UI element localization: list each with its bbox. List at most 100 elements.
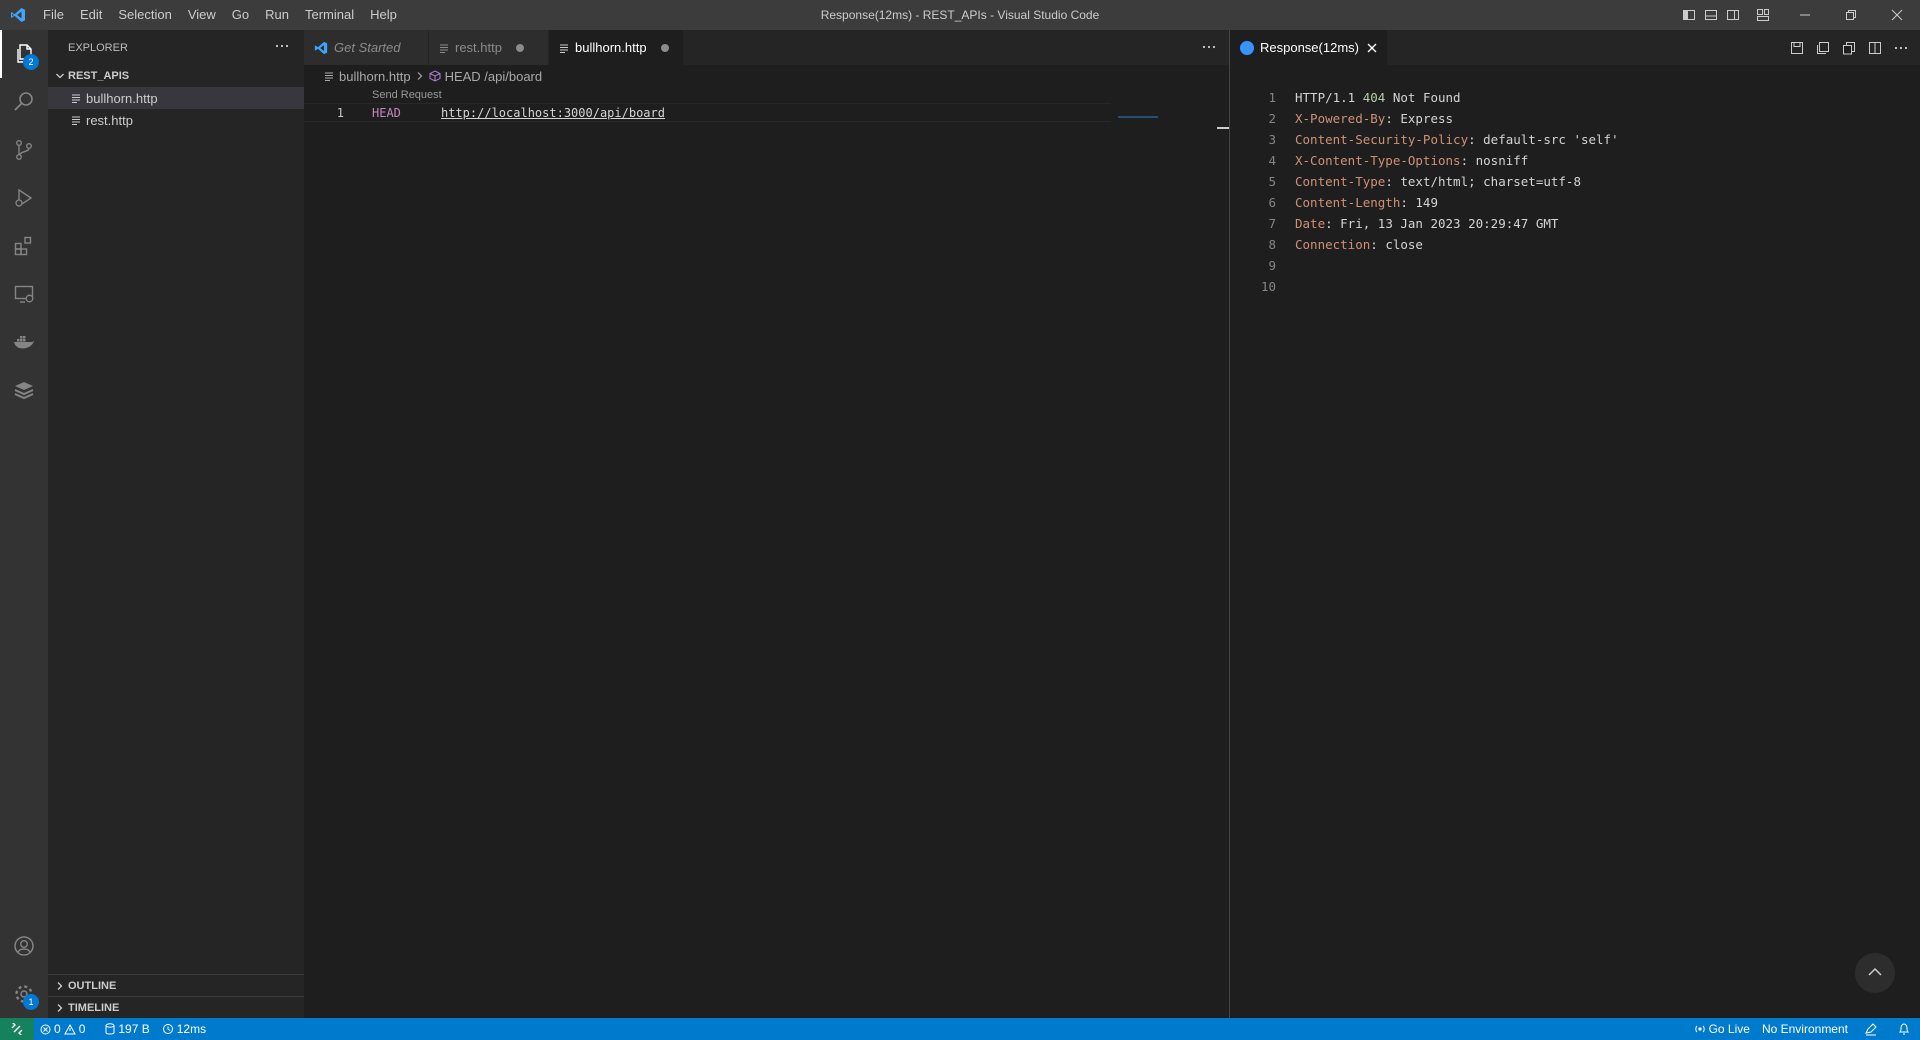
menu-edit[interactable]: Edit — [72, 0, 110, 30]
status-code: 404 — [1362, 90, 1386, 105]
chevron-right-icon — [52, 981, 68, 991]
source-control-icon[interactable] — [0, 126, 48, 174]
restore-icon[interactable] — [1828, 0, 1874, 30]
http-method: HEAD — [372, 106, 401, 120]
toggle-secondary-sidebar-icon[interactable] — [1722, 0, 1744, 30]
activity-bar: 2 1 — [0, 30, 48, 1018]
http-version: HTTP/1.1 — [1295, 90, 1363, 105]
header-value: : default-src 'self' — [1468, 132, 1619, 147]
split-editor-icon[interactable] — [1862, 30, 1888, 65]
scrollbar-marker — [1217, 127, 1229, 129]
header-value: : Fri, 13 Jan 2023 20:29:47 GMT — [1325, 216, 1559, 231]
extensions-icon[interactable] — [0, 222, 48, 270]
problems-status[interactable]: 0 0 — [34, 1018, 91, 1040]
menu-file[interactable]: File — [35, 0, 72, 30]
close-window-icon[interactable] — [1874, 0, 1920, 30]
more-actions-icon[interactable] — [1201, 39, 1217, 58]
timeline-section[interactable]: TIMELINE — [48, 996, 304, 1018]
explorer-sidebar: EXPLORER REST_APIS bullhorn.http rest.ht… — [48, 30, 304, 1018]
toggle-primary-sidebar-icon[interactable] — [1678, 0, 1700, 30]
chevron-right-icon — [52, 1003, 68, 1013]
file-rest-http[interactable]: rest.http — [48, 109, 304, 131]
toggle-panel-icon[interactable] — [1700, 0, 1722, 30]
manage-gear-icon[interactable]: 1 — [0, 970, 48, 1018]
notifications-bell-icon[interactable] — [1888, 1018, 1920, 1040]
explorer-icon[interactable]: 2 — [0, 30, 48, 78]
file-label: rest.http — [86, 112, 133, 128]
unsaved-dot-icon[interactable] — [515, 43, 524, 52]
tab-get-started[interactable]: Get Started — [304, 30, 429, 65]
environment-selector[interactable]: No Environment — [1756, 1018, 1854, 1040]
menu-selection[interactable]: Selection — [110, 0, 179, 30]
more-actions-icon[interactable] — [274, 38, 290, 57]
editor-group-response: Response(12ms) 1 HTTP/1.1 404 Not Found … — [1230, 30, 1920, 1018]
unsaved-dot-icon[interactable] — [660, 43, 669, 52]
title-bar: File Edit Selection View Go Run Terminal… — [0, 0, 1920, 30]
line-number: 7 — [1268, 216, 1276, 231]
environment-label: No Environment — [1761, 1022, 1848, 1036]
settings-badge: 1 — [23, 994, 39, 1010]
file-lines-icon — [324, 71, 334, 81]
database-icon — [105, 1023, 115, 1035]
chevron-right-icon — [416, 69, 424, 84]
remote-explorer-icon[interactable] — [0, 270, 48, 318]
chevron-down-icon — [52, 71, 68, 81]
menu-bar: File Edit Selection View Go Run Terminal… — [35, 0, 405, 30]
warning-icon — [63, 1023, 76, 1035]
folder-header[interactable]: REST_APIS — [48, 65, 304, 87]
request-url[interactable]: http://localhost:3000/api/board — [441, 104, 665, 122]
run-debug-icon[interactable] — [0, 174, 48, 222]
feedback-icon[interactable] — [1854, 1018, 1888, 1040]
response-size-status[interactable]: 197 B — [99, 1018, 155, 1040]
docker-icon[interactable] — [0, 318, 48, 366]
tab-rest-http[interactable]: rest.http — [429, 30, 549, 65]
layers-icon[interactable] — [0, 366, 48, 414]
remote-indicator-icon[interactable] — [0, 1018, 34, 1040]
save-body-icon[interactable] — [1810, 30, 1836, 65]
line-number: 1 — [336, 106, 344, 120]
menu-help[interactable]: Help — [362, 0, 405, 30]
line-number: 3 — [1268, 132, 1276, 147]
editor-group-left: Get Started rest.http bullhorn.http bull… — [304, 30, 1229, 1018]
header-name: Connection — [1295, 237, 1371, 252]
line-number: 1 — [1268, 90, 1276, 105]
breadcrumb-file[interactable]: bullhorn.http — [339, 69, 411, 84]
header-value: : 149 — [1400, 195, 1438, 210]
search-icon[interactable] — [0, 78, 48, 126]
customize-layout-icon[interactable] — [1752, 0, 1774, 30]
tab-bullhorn-http[interactable]: bullhorn.http — [549, 30, 684, 65]
menu-go[interactable]: Go — [224, 0, 257, 30]
file-lines-icon — [68, 115, 84, 125]
save-response-icon[interactable] — [1784, 30, 1810, 65]
status-bar: 0 0 197 B 12ms Go Live No Environment — [0, 1018, 1920, 1040]
explorer-badge: 2 — [23, 54, 39, 70]
header-value: : close — [1370, 237, 1423, 252]
menu-view[interactable]: View — [180, 0, 224, 30]
file-lines-icon — [559, 43, 569, 53]
tab-label: Get Started — [334, 40, 401, 55]
error-icon — [40, 1024, 51, 1035]
response-time-status[interactable]: 12ms — [156, 1018, 212, 1040]
status-text: Not Found — [1385, 90, 1461, 105]
send-request-codelens[interactable]: Send Request — [372, 89, 442, 101]
header-name: X-Content-Type-Options — [1295, 153, 1461, 168]
line-number: 8 — [1268, 237, 1276, 252]
chevron-up-icon — [1867, 964, 1883, 983]
copy-icon[interactable] — [1836, 30, 1862, 65]
close-icon[interactable] — [1367, 43, 1377, 53]
menu-terminal[interactable]: Terminal — [297, 0, 362, 30]
go-live-button[interactable]: Go Live — [1688, 1018, 1756, 1040]
tab-response[interactable]: Response(12ms) — [1230, 30, 1387, 65]
header-name: Content-Security-Policy — [1295, 132, 1469, 147]
menu-run[interactable]: Run — [257, 0, 297, 30]
breadcrumb-symbol[interactable]: HEAD /api/board — [445, 69, 543, 84]
scroll-to-top-button[interactable] — [1855, 953, 1895, 993]
code-line[interactable]: 1 HEAD http://localhost:3000/api/board — [304, 103, 1111, 122]
minimap[interactable] — [1118, 116, 1158, 118]
outline-section[interactable]: OUTLINE — [48, 974, 304, 996]
more-actions-icon[interactable] — [1888, 30, 1914, 65]
minimize-icon[interactable] — [1782, 0, 1828, 30]
tab-label: Response(12ms) — [1260, 40, 1359, 55]
file-bullhorn-http[interactable]: bullhorn.http — [48, 87, 304, 109]
accounts-icon[interactable] — [0, 922, 48, 970]
